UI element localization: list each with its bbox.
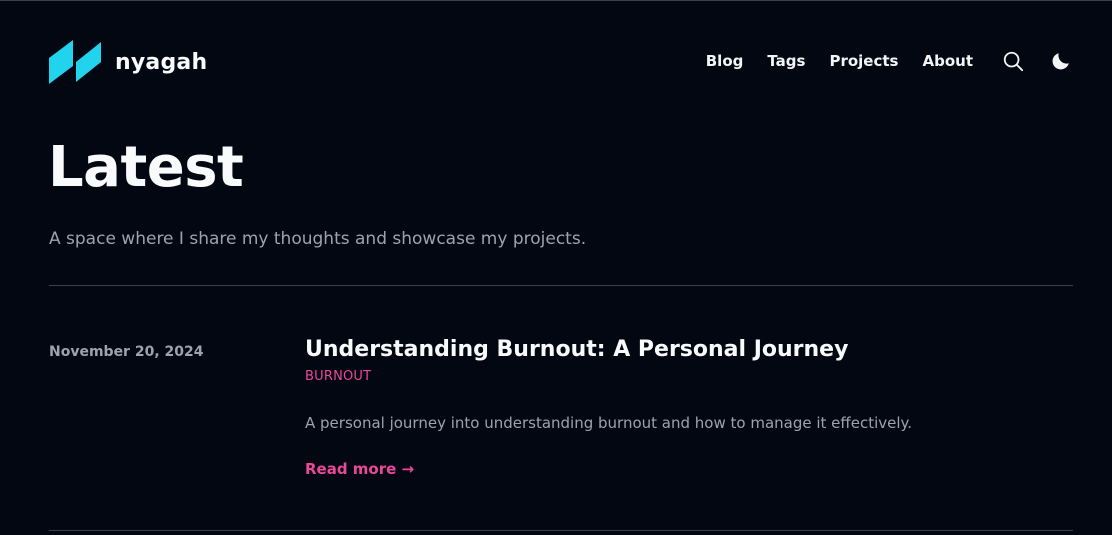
post-date: November 20, 2024 bbox=[49, 344, 204, 360]
moon-icon bbox=[1052, 53, 1069, 70]
nav-tags-link[interactable]: Tags bbox=[767, 52, 805, 70]
page-title: Latest bbox=[48, 135, 244, 200]
slashes-logo-icon bbox=[49, 40, 101, 84]
site-header: nyagah Blog Tags Projects About bbox=[49, 40, 1072, 86]
main-nav: Blog Tags Projects About bbox=[706, 50, 1072, 72]
section-divider bbox=[49, 285, 1073, 286]
theme-toggle-button[interactable] bbox=[1050, 50, 1072, 72]
nav-blog-link[interactable]: Blog bbox=[706, 52, 744, 70]
search-icon bbox=[1003, 51, 1024, 72]
page-subtitle: A space where I share my thoughts and sh… bbox=[49, 229, 587, 249]
home-link[interactable]: nyagah bbox=[49, 40, 207, 84]
read-more-link[interactable]: Read more → bbox=[305, 460, 414, 478]
post-summary: A personal journey into understanding bu… bbox=[305, 414, 913, 432]
site-name: nyagah bbox=[115, 49, 208, 75]
post-title-link[interactable]: Understanding Burnout: A Personal Journe… bbox=[305, 337, 848, 362]
post-divider bbox=[49, 530, 1073, 531]
nav-about-link[interactable]: About bbox=[922, 52, 973, 70]
top-border bbox=[0, 0, 1112, 1]
post-tag-link[interactable]: BURNOUT bbox=[305, 369, 371, 384]
search-button[interactable] bbox=[1002, 50, 1024, 72]
nav-projects-link[interactable]: Projects bbox=[829, 52, 898, 70]
